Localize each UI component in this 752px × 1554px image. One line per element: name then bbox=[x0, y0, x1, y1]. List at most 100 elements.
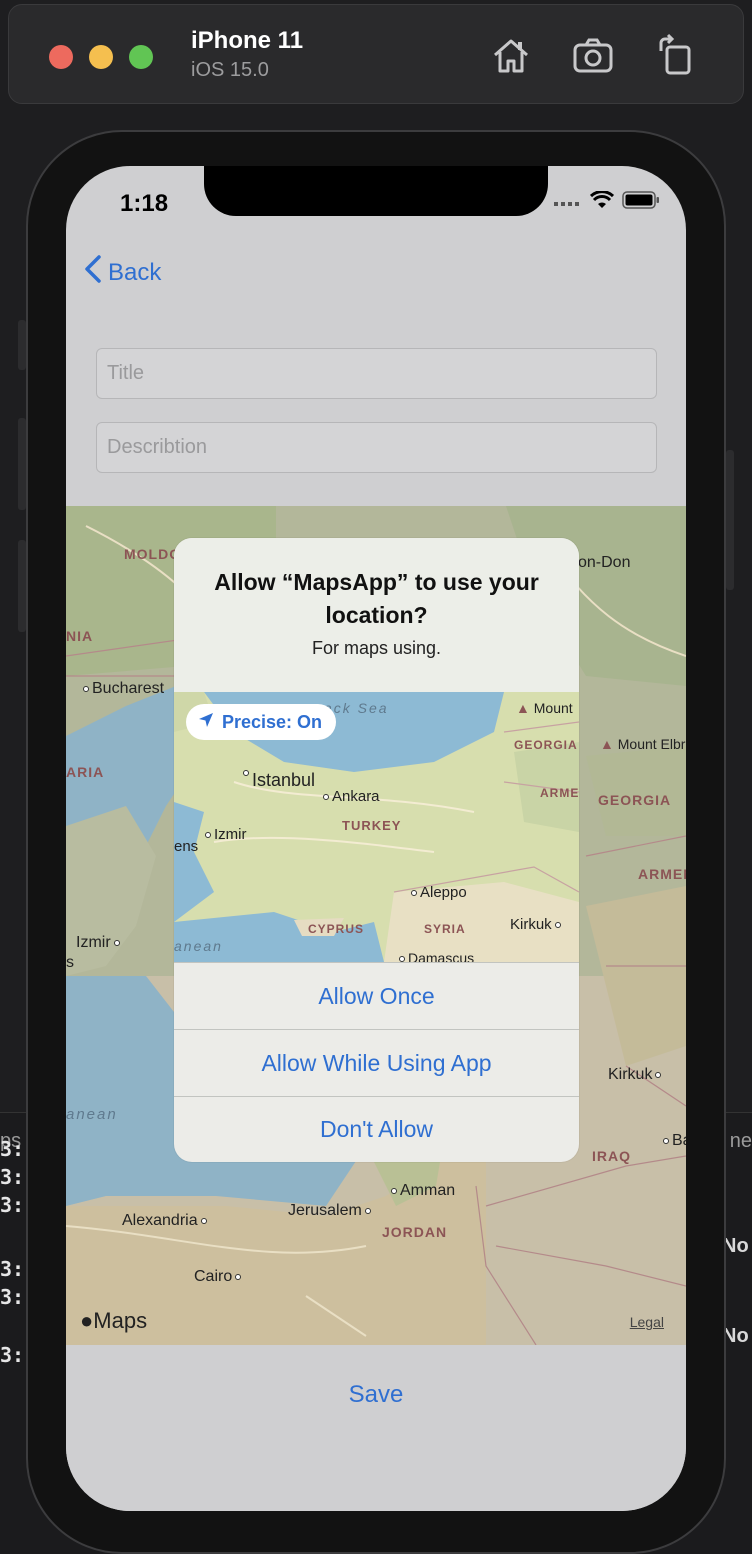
wifi-icon bbox=[589, 189, 615, 214]
mini-map-label-mount: ▲ Mount bbox=[516, 700, 573, 716]
city-dot-icon bbox=[391, 1187, 397, 1194]
console-line: No bbox=[722, 1235, 749, 1257]
notch bbox=[204, 166, 548, 216]
maps-brand-text: Maps bbox=[93, 1308, 148, 1333]
map-label-cairo: Cairo bbox=[194, 1268, 244, 1286]
map-label-amman: Amman bbox=[388, 1182, 455, 1200]
mini-map-label-ankara: Ankara bbox=[320, 788, 380, 805]
city-dot-icon bbox=[655, 1071, 662, 1078]
city-dot-icon bbox=[200, 1217, 207, 1224]
city-dot-icon bbox=[205, 832, 211, 839]
allow-while-using-button[interactable]: Allow While Using App bbox=[174, 1030, 579, 1096]
mini-map-label-izmir: Izmir bbox=[202, 826, 247, 843]
city-dot-icon bbox=[243, 770, 249, 776]
map-label-baghdad: Ba bbox=[660, 1132, 686, 1150]
precise-location-toggle[interactable]: Precise: On bbox=[186, 704, 337, 740]
zoom-window-button[interactable] bbox=[129, 45, 153, 69]
city-dot-icon bbox=[364, 1207, 371, 1214]
map-label-alexandria: Alexandria bbox=[122, 1212, 210, 1230]
back-button[interactable]: Back bbox=[84, 254, 161, 291]
os-version: iOS 15.0 bbox=[191, 59, 269, 81]
title-input[interactable] bbox=[97, 349, 656, 398]
city-name: Amman bbox=[400, 1182, 456, 1199]
city-name: Kirkuk bbox=[608, 1066, 653, 1083]
city-name: Alexandria bbox=[122, 1212, 198, 1229]
volume-up-button bbox=[18, 418, 26, 510]
map-label-rostov: on-Don bbox=[578, 554, 631, 571]
save-button[interactable]: Save bbox=[66, 1381, 686, 1409]
city-name: Ankara bbox=[332, 788, 380, 805]
apple-logo-icon: ● bbox=[80, 1308, 94, 1333]
mountain-name: Mount bbox=[533, 700, 573, 716]
city-name: Jerusalem bbox=[288, 1202, 362, 1219]
status-time: 1:18 bbox=[120, 190, 169, 217]
alert-header: Allow “MapsApp” to use your location? Fo… bbox=[174, 538, 579, 692]
mountain-icon: ▲ bbox=[600, 736, 614, 752]
map-label-s: s bbox=[66, 954, 74, 971]
mini-map-label-aleppo: Aleppo bbox=[408, 884, 467, 901]
console-header-right: ne bbox=[729, 1130, 752, 1152]
map-label-mediterranean: anean bbox=[66, 1106, 118, 1123]
city-dot-icon bbox=[554, 922, 561, 929]
city-dot-icon bbox=[411, 890, 417, 897]
mountain-name: Mount Elbr bbox=[617, 736, 686, 752]
side-button bbox=[726, 450, 734, 590]
description-field[interactable] bbox=[96, 422, 657, 473]
device-name: iPhone 11 bbox=[191, 27, 304, 54]
alert-mini-map: ack Sea ▲ Mount GEORGIA ARMEI Istanbul A… bbox=[174, 692, 579, 962]
city-name: Damascus bbox=[408, 950, 475, 962]
map-label-jordan: JORDAN bbox=[382, 1224, 448, 1240]
battery-icon bbox=[622, 190, 660, 214]
map-label-mount-elbrus: ▲ Mount Elbr bbox=[600, 736, 685, 752]
city-name: Istanbul bbox=[252, 770, 316, 790]
mini-map-label-georgia: GEORGIA bbox=[514, 738, 578, 752]
screenshot-icon[interactable] bbox=[571, 33, 615, 77]
map-label-moldova: MOLDO bbox=[124, 546, 182, 562]
city-name: Ba bbox=[672, 1132, 686, 1149]
status-indicators bbox=[554, 189, 660, 214]
simulator-window: ps ne 3: 3: 3: 3: 3: 3: No No iPhone 11 … bbox=[0, 0, 752, 1554]
chevron-left-icon bbox=[84, 254, 102, 291]
map-label-romania: NIA bbox=[66, 628, 94, 644]
alert-title: Allow “MapsApp” to use your location? bbox=[214, 569, 539, 628]
legal-link[interactable]: Legal bbox=[630, 1314, 664, 1330]
allow-once-button[interactable]: Allow Once bbox=[174, 963, 579, 1029]
mini-map-label-turkey: TURKEY bbox=[342, 818, 402, 833]
mini-map-label-istanbul: Istanbul bbox=[240, 770, 315, 791]
mini-map-label-syria: SYRIA bbox=[424, 922, 466, 936]
map-label-izmir: Izmir bbox=[76, 934, 123, 952]
location-permission-alert: Allow “MapsApp” to use your location? Fo… bbox=[174, 538, 579, 1162]
map-label-iraq: IRAQ bbox=[592, 1148, 631, 1164]
title-field[interactable] bbox=[96, 348, 657, 399]
cellular-signal-icon bbox=[554, 193, 582, 211]
city-name: Cairo bbox=[194, 1268, 233, 1285]
city-dot-icon bbox=[113, 939, 120, 946]
city-dot-icon bbox=[323, 794, 329, 801]
rotate-icon[interactable] bbox=[653, 33, 697, 77]
close-window-button[interactable] bbox=[49, 45, 73, 69]
mountain-icon: ▲ bbox=[516, 700, 530, 716]
city-name: Bucharest bbox=[92, 680, 165, 697]
precise-label: Precise: On bbox=[222, 711, 323, 732]
map-label-bucharest: Bucharest bbox=[80, 680, 164, 698]
city-name: Izmir bbox=[214, 826, 247, 843]
map-label-jerusalem: Jerusalem bbox=[288, 1202, 374, 1220]
city-dot-icon bbox=[235, 1273, 242, 1280]
mute-switch bbox=[18, 320, 26, 370]
city-name: Izmir bbox=[76, 934, 111, 951]
city-dot-icon bbox=[83, 685, 89, 692]
mini-map-label-mediterranean: anean bbox=[174, 938, 223, 954]
device-screen: 1:18 Back Title Describtion MOLDO NIA Bu… bbox=[66, 166, 686, 1511]
mini-map-label-ens: ens bbox=[174, 838, 199, 855]
map-label-kirkuk: Kirkuk bbox=[608, 1066, 664, 1084]
mini-map-label-kirkuk: Kirkuk bbox=[510, 916, 564, 933]
minimize-window-button[interactable] bbox=[89, 45, 113, 69]
dont-allow-button[interactable]: Don't Allow bbox=[174, 1096, 579, 1162]
map-label-armenia: ARMEN bbox=[638, 866, 686, 882]
volume-down-button bbox=[18, 540, 26, 632]
apple-maps-logo: ●Maps bbox=[80, 1308, 147, 1334]
home-icon[interactable] bbox=[489, 33, 533, 77]
description-input[interactable] bbox=[97, 423, 656, 472]
mini-map-label-armenia: ARMEI bbox=[540, 786, 579, 800]
map-label-bulgaria: ARIA bbox=[66, 764, 105, 780]
